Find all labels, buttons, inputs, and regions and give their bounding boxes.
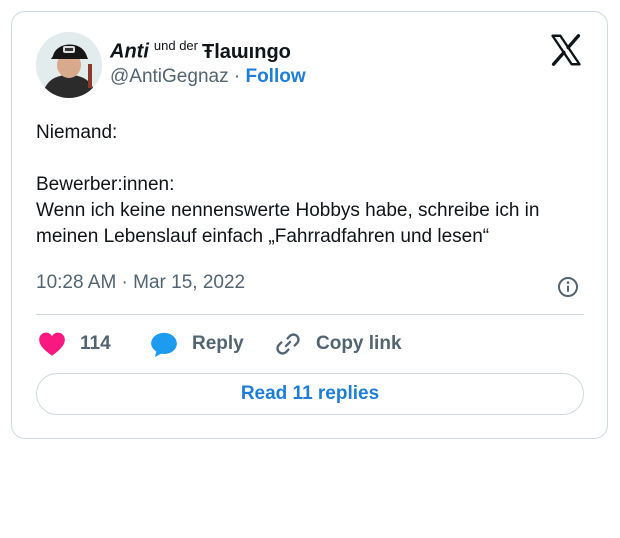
author-name-main: Anti	[110, 40, 149, 63]
reply-label: Reply	[192, 333, 244, 354]
divider	[36, 314, 584, 315]
info-icon[interactable]	[556, 275, 580, 299]
tweet-line: Bewerber:innen:	[36, 174, 175, 195]
tweet-timestamp[interactable]: 10:28 AM · Mar 15, 2022	[36, 272, 245, 294]
link-icon	[276, 333, 300, 355]
reply-button[interactable]: Reply	[150, 329, 244, 359]
handle-row: @AntiGegnaz · Follow	[110, 66, 306, 88]
avatar[interactable]	[36, 32, 102, 98]
avatar-photo	[36, 32, 102, 98]
tweet-line: meinen Lebenslauf einfach „Fahrradfahren…	[36, 226, 490, 247]
x-logo-icon[interactable]	[548, 32, 584, 68]
handle-separator: ·	[233, 66, 241, 87]
author-name-small: und der	[153, 38, 198, 53]
tweet-line: Niemand:	[36, 122, 118, 143]
read-replies-button[interactable]: Read 11 replies	[36, 373, 584, 415]
author-name[interactable]: Anti und der Ŧlaɯıngo	[110, 38, 291, 64]
follow-button[interactable]: Follow	[245, 66, 305, 87]
tweet-text: Niemand: Bewerber:innen: Wenn ich keine …	[36, 120, 591, 250]
copy-link-label: Copy link	[316, 333, 402, 354]
reply-bubble-icon	[151, 332, 177, 357]
tweet-line-blank	[36, 146, 591, 172]
copy-link-button[interactable]: Copy link	[274, 329, 402, 359]
author-name-decorative: Ŧlaɯıngo	[201, 40, 291, 63]
heart-icon	[39, 332, 65, 356]
tweet-line: Wenn ich keine nennenswerte Hobbys habe,…	[36, 200, 540, 221]
tweet-card: Anti und der Ŧlaɯıngo @AntiGegnaz · Follow…	[11, 11, 608, 439]
read-replies-label: Read 11 replies	[240, 383, 380, 404]
like-button[interactable]: 114	[38, 329, 111, 359]
author-handle[interactable]: @AntiGegnaz	[110, 66, 229, 87]
like-count: 114	[80, 333, 111, 354]
